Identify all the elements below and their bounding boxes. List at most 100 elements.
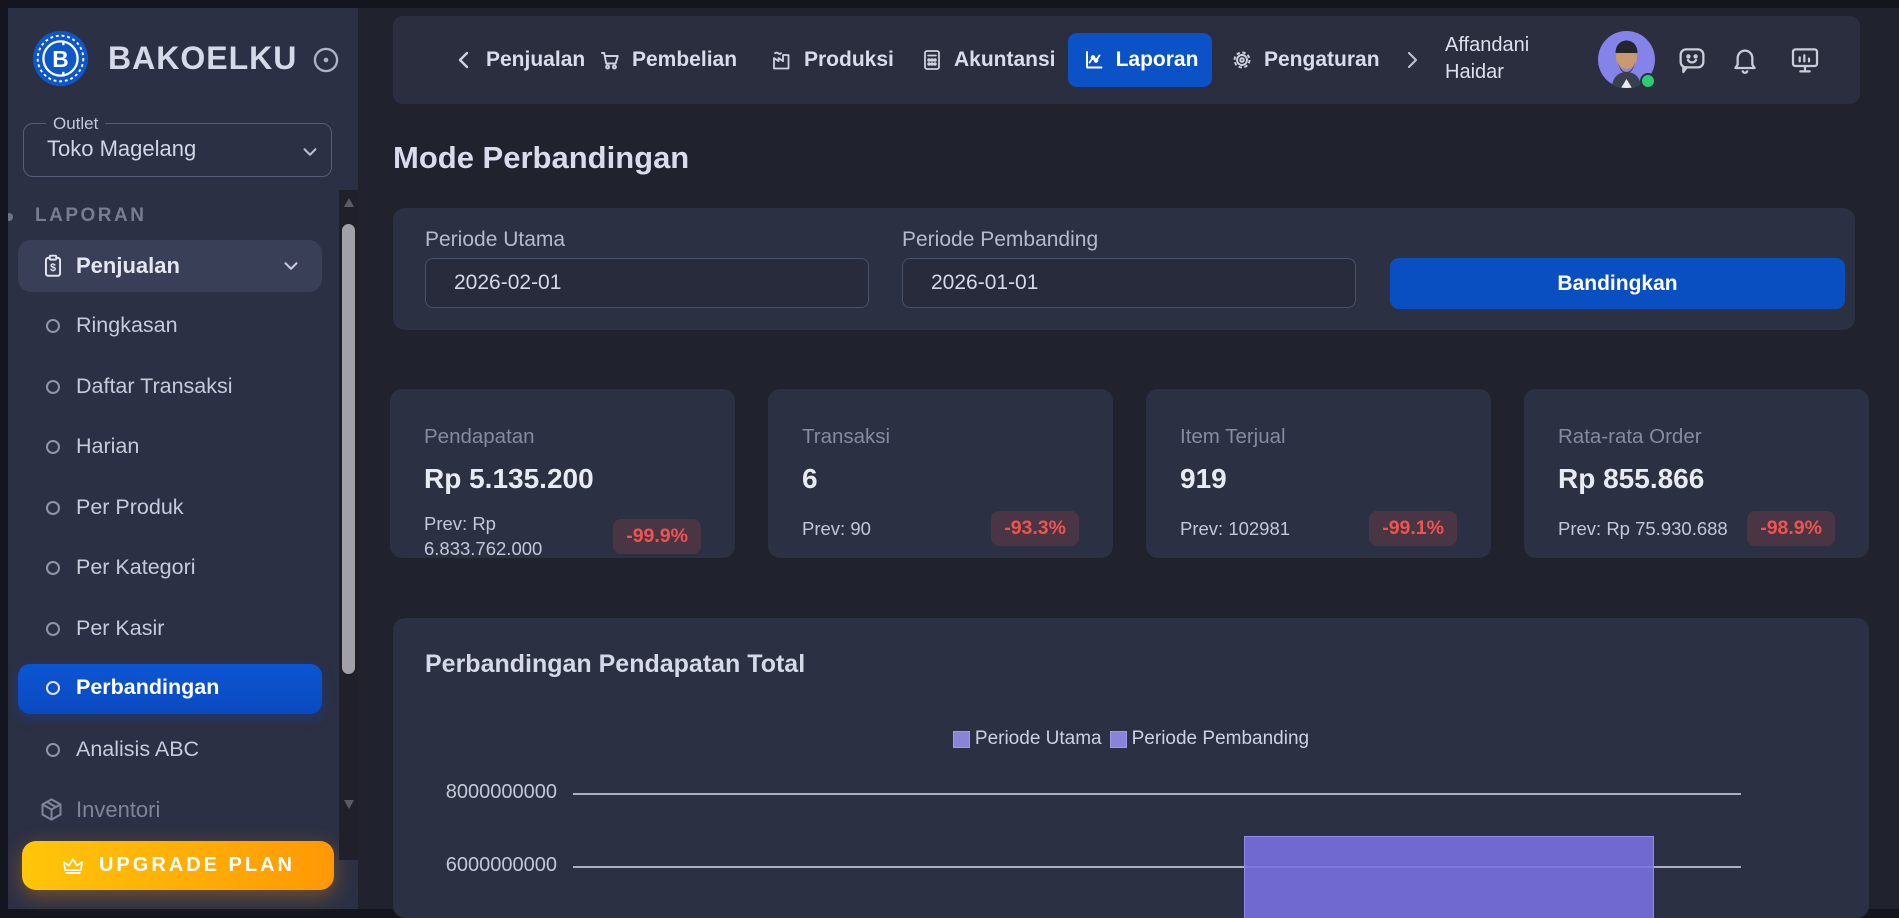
stat-label: Transaksi — [802, 425, 1079, 449]
gear-icon — [1230, 48, 1254, 72]
y-axis-tick: 8000000000 — [429, 781, 557, 804]
nav-item-label: Penjualan — [486, 48, 585, 72]
stat-card-transaksi: Transaksi 6 Prev: 90 -93.3% — [768, 389, 1113, 558]
secondary-period-input[interactable] — [902, 258, 1356, 308]
svg-text:$: $ — [50, 262, 56, 274]
bell-icon[interactable] — [1729, 44, 1761, 76]
chevron-left-icon — [452, 48, 476, 72]
stat-card-pendapatan: Pendapatan Rp 5.135.200 Prev: Rp 6.833.7… — [390, 389, 735, 558]
nav-item-pengaturan[interactable]: Pengaturan — [1230, 16, 1380, 104]
sidebar-item-analisis-abc[interactable]: Analisis ABC — [18, 726, 322, 774]
legend-item-periode-utama: Periode Utama — [953, 728, 1102, 750]
sidebar-item-label: Perbandingan — [76, 675, 219, 700]
nav-item-label: Pembelian — [632, 48, 737, 72]
brand-coin-icon: B — [32, 30, 89, 87]
outlet-label: Outlet — [46, 114, 105, 134]
chart-title: Perbandingan Pendapatan Total — [425, 650, 805, 679]
top-navbar: Penjualan Pembelian Produksi — [393, 16, 1860, 104]
sidebar-item-ringkasan[interactable]: Ringkasan — [18, 302, 322, 350]
stat-change-badge: -98.9% — [1747, 511, 1835, 546]
sidebar-item-label: Ringkasan — [76, 313, 178, 338]
sidebar-item-daftar-transaksi[interactable]: Daftar Transaksi — [18, 363, 322, 411]
bar-periode-pembanding — [1244, 836, 1654, 918]
sidebar-item-label: Harian — [76, 434, 139, 459]
calculator-icon — [920, 48, 944, 72]
sidebar-collapse-icon[interactable] — [312, 46, 340, 74]
nav-item-label: Laporan — [1116, 48, 1199, 72]
brand-name: BAKOELKU — [108, 40, 297, 77]
legend-label: Periode Utama — [975, 728, 1102, 750]
sidebar-item-per-produk[interactable]: Per Produk — [18, 484, 322, 532]
window-edge-top — [0, 0, 1899, 8]
stat-change-badge: -99.9% — [613, 519, 701, 554]
y-axis-tick: 6000000000 — [429, 854, 557, 877]
factory-icon — [770, 48, 794, 72]
compare-button[interactable]: Bandingkan — [1390, 258, 1845, 309]
sidebar-item-label: Per Produk — [76, 495, 184, 520]
comparison-chart-card: Perbandingan Pendapatan Total Periode Ut… — [393, 618, 1869, 918]
circle-bullet-icon — [46, 440, 60, 454]
stat-label: Item Terjual — [1180, 425, 1457, 449]
outlet-value: Toko Magelang — [47, 136, 196, 162]
circle-bullet-icon — [46, 501, 60, 515]
chevron-down-icon — [299, 141, 321, 163]
shopping-cart-icon — [598, 48, 622, 72]
sidebar-item-inventori[interactable]: Inventori — [18, 786, 322, 834]
nav-item-label: Akuntansi — [954, 48, 1056, 72]
upgrade-plan-button[interactable]: UPGRADE PLAN — [22, 841, 334, 890]
avatar[interactable] — [1598, 31, 1655, 88]
crown-icon — [61, 854, 85, 878]
chat-icon[interactable] — [1676, 44, 1708, 76]
nav-item-produksi[interactable]: Produksi — [770, 16, 894, 104]
sidebar-item-label: Penjualan — [76, 253, 180, 279]
sidebar-item-label: Analisis ABC — [76, 737, 199, 762]
legend-swatch-icon — [1110, 731, 1127, 748]
primary-period-label: Periode Utama — [425, 228, 565, 252]
nav-item-laporan-active[interactable]: Laporan — [1068, 33, 1212, 87]
package-box-icon — [38, 796, 65, 823]
user-name-line2: Haidar — [1445, 59, 1585, 86]
stat-prev: Prev: 102981 — [1180, 516, 1360, 541]
scrollbar-down-arrow[interactable] — [344, 800, 354, 809]
chart-legend: Periode Utama Periode Pembanding — [393, 728, 1869, 750]
stat-card-rata-rata-order: Rata-rata Order Rp 855.866 Prev: Rp 75.9… — [1524, 389, 1869, 558]
stat-change-badge: -99.1% — [1369, 511, 1457, 546]
nav-item-label: Pengaturan — [1264, 48, 1380, 72]
sidebar-item-per-kasir[interactable]: Per Kasir — [18, 605, 322, 653]
monitor-stats-icon[interactable] — [1789, 44, 1821, 76]
nav-item-penjualan[interactable]: Penjualan — [452, 16, 585, 104]
sidebar-item-penjualan[interactable]: $ Penjualan — [18, 240, 322, 292]
stat-value: Rp 855.866 — [1558, 463, 1835, 495]
circle-bullet-icon — [46, 319, 60, 333]
sidebar-item-harian[interactable]: Harian — [18, 423, 322, 471]
sidebar-item-label: Per Kasir — [76, 616, 164, 641]
legend-item-periode-pembanding: Periode Pembanding — [1110, 728, 1309, 750]
stat-value: 919 — [1180, 463, 1457, 495]
primary-period-input[interactable] — [425, 258, 869, 308]
stat-label: Rata-rata Order — [1558, 425, 1835, 449]
stat-card-item-terjual: Item Terjual 919 Prev: 102981 -99.1% — [1146, 389, 1491, 558]
circle-bullet-icon — [46, 681, 60, 695]
circle-bullet-icon — [46, 743, 60, 757]
user-name[interactable]: Affandani Haidar — [1445, 32, 1585, 86]
stat-value: 6 — [802, 463, 1079, 495]
sidebar-item-per-kategori[interactable]: Per Kategori — [18, 544, 322, 592]
svg-text:B: B — [52, 46, 68, 72]
window-edge-left — [0, 0, 8, 909]
nav-item-label: Produksi — [804, 48, 894, 72]
chevron-right-icon[interactable] — [1400, 48, 1424, 72]
nav-item-pembelian[interactable]: Pembelian — [598, 16, 737, 104]
sidebar-section-title: LAPORAN — [35, 205, 146, 227]
compare-form-panel: Periode Utama Periode Pembanding Banding… — [393, 208, 1855, 330]
line-chart-icon — [1082, 48, 1106, 72]
legend-label: Periode Pembanding — [1132, 728, 1309, 750]
stat-change-badge: -93.3% — [991, 511, 1079, 546]
sidebar-item-perbandingan[interactable]: Perbandingan — [18, 664, 322, 714]
sidebar-scrollbar-thumb[interactable] — [342, 224, 355, 674]
stat-value: Rp 5.135.200 — [424, 463, 701, 495]
circle-bullet-icon — [46, 561, 60, 575]
online-status-dot — [1640, 73, 1656, 89]
circle-bullet-icon — [46, 622, 60, 636]
scrollbar-up-arrow[interactable] — [344, 198, 354, 207]
nav-item-akuntansi[interactable]: Akuntansi — [920, 16, 1056, 104]
